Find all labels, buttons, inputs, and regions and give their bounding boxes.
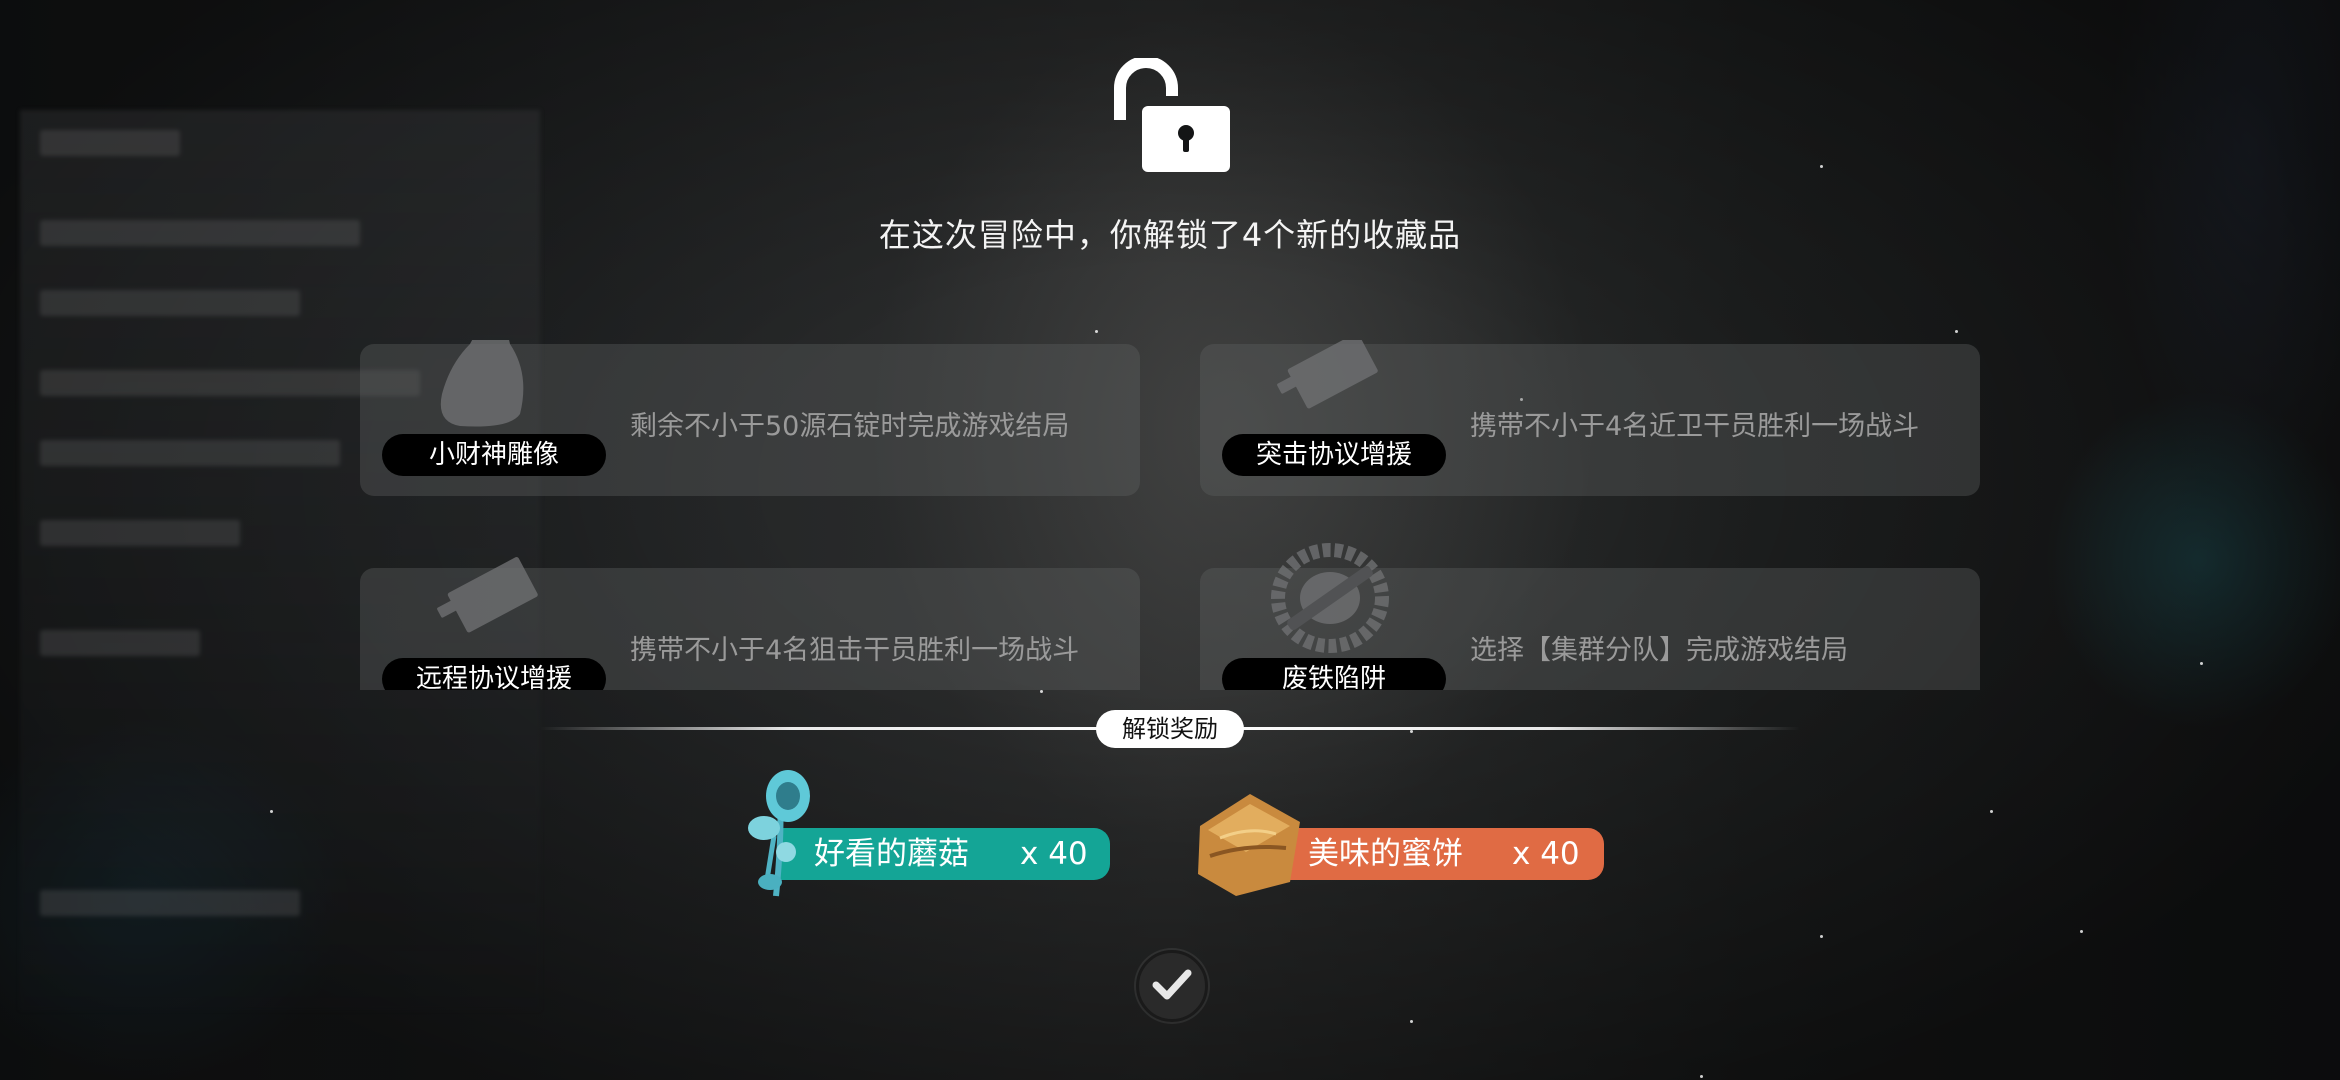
collectible-name: 突击协议增援 bbox=[1222, 434, 1446, 476]
honey-cake-icon bbox=[1198, 794, 1300, 896]
collectibles-list: 小财神雕像 剩余不小于50源石锭时完成游戏结局 突击协议增援 携带不小于4名近卫… bbox=[360, 340, 1980, 690]
collectible-name: 远程协议增援 bbox=[382, 658, 606, 690]
protocol-card-icon bbox=[1277, 340, 1378, 409]
collectible-requirement: 剩余不小于50源石锭时完成游戏结局 bbox=[630, 411, 1070, 442]
collectible-card: 小财神雕像 剩余不小于50源石锭时完成游戏结局 bbox=[360, 340, 1140, 496]
checkmark-icon bbox=[1152, 969, 1192, 1000]
reward-name: 好看的蘑菇 bbox=[814, 836, 969, 872]
collectible-card: 突击协议增援 携带不小于4名近卫干员胜利一场战斗 bbox=[1200, 340, 1980, 496]
cat-statue-icon bbox=[440, 340, 524, 427]
protocol-card-icon bbox=[437, 556, 538, 633]
unlocked-padlock-icon bbox=[1114, 58, 1230, 172]
unlock-headline: 在这次冒险中，你解锁了4个新的收藏品 bbox=[878, 216, 1462, 254]
reward-item: 美味的蜜饼 x 40 bbox=[1270, 828, 1604, 880]
collectible-name: 废铁陷阱 bbox=[1222, 658, 1446, 690]
reward-section-title: 解锁奖励 bbox=[1096, 710, 1244, 748]
collectible-card: 废铁陷阱 选择【集群分队】完成游戏结局 bbox=[1200, 543, 1980, 690]
collectible-name: 小财神雕像 bbox=[382, 434, 606, 476]
collectible-card: 远程协议增援 携带不小于4名狙击干员胜利一场战斗 bbox=[360, 556, 1140, 690]
reward-quantity: x 40 bbox=[1512, 836, 1580, 872]
reward-quantity: x 40 bbox=[1020, 836, 1088, 872]
reward-name: 美味的蜜饼 bbox=[1308, 836, 1463, 872]
bear-trap-icon bbox=[1271, 543, 1389, 653]
mushroom-icon bbox=[748, 770, 810, 897]
collectible-requirement: 携带不小于4名狙击干员胜利一场战斗 bbox=[630, 635, 1080, 666]
confirm-button[interactable] bbox=[1136, 950, 1208, 1022]
collectible-requirement: 携带不小于4名近卫干员胜利一场战斗 bbox=[1470, 411, 1920, 442]
collectible-requirement: 选择【集群分队】完成游戏结局 bbox=[1470, 635, 1848, 666]
